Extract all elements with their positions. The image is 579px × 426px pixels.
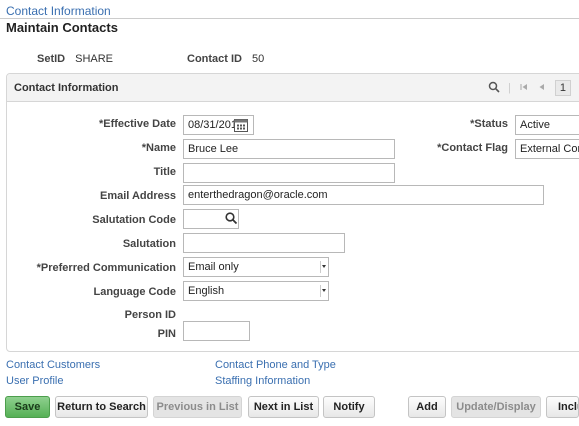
contact-id-label: Contact ID	[187, 53, 242, 65]
salutation-input[interactable]	[183, 233, 345, 253]
next-in-list-button[interactable]: Next in List	[248, 396, 319, 418]
status-label: *Status	[470, 118, 508, 130]
calendar-icon[interactable]	[233, 117, 249, 133]
previous-in-list-button[interactable]: Previous in List	[153, 396, 242, 418]
breadcrumb[interactable]: Contact Information	[6, 4, 111, 18]
page-title: Maintain Contacts	[6, 20, 118, 35]
contact-id-display: Contact ID 50	[187, 53, 264, 65]
user-profile-link[interactable]: User Profile	[6, 375, 63, 387]
save-button[interactable]: Save	[5, 396, 50, 418]
setid-value: SHARE	[75, 53, 114, 65]
preferred-communication-select[interactable]: Email only	[183, 257, 329, 277]
setid-display: SetID SHARE	[37, 53, 113, 65]
contact-flag-selected-value: External Contact	[520, 143, 579, 155]
language-code-select[interactable]: English	[183, 281, 329, 301]
staffing-information-link[interactable]: Staffing Information	[215, 375, 310, 387]
contact-customers-link[interactable]: Contact Customers	[6, 359, 100, 371]
chevron-down-icon	[320, 285, 326, 297]
effective-date-label: *Effective Date	[98, 118, 176, 130]
panel-header: Contact Information | 1	[7, 74, 579, 102]
find-icon[interactable]	[488, 81, 500, 96]
contact-id-value: 50	[252, 53, 265, 65]
contact-flag-select[interactable]: External Contact	[515, 139, 579, 159]
panel-navigation: | 1	[488, 79, 571, 97]
title-label: Title	[153, 166, 176, 178]
panel-title: Contact Information	[14, 82, 119, 94]
preferred-communication-selected-value: Email only	[188, 261, 239, 273]
status-selected-value: Active	[520, 119, 550, 131]
include-history-button[interactable]: Include History	[546, 396, 579, 418]
pin-label: PIN	[157, 328, 176, 340]
contact-phone-and-type-link[interactable]: Contact Phone and Type	[215, 359, 336, 371]
title-input[interactable]	[183, 163, 395, 183]
update-display-button[interactable]: Update/Display	[451, 396, 541, 418]
row-counter: 1	[554, 80, 571, 96]
language-code-label: Language Code	[93, 286, 176, 298]
lookup-icon[interactable]	[224, 211, 240, 227]
salutation-label: Salutation	[122, 238, 176, 250]
notify-button[interactable]: Notify	[323, 396, 375, 418]
header-divider	[0, 18, 579, 19]
chevron-down-icon	[320, 261, 326, 273]
pin-input[interactable]	[183, 321, 250, 341]
salutation-code-label: Salutation Code	[92, 214, 176, 226]
return-to-search-button[interactable]: Return to Search	[55, 396, 148, 418]
name-label: *Name	[141, 142, 176, 154]
name-input[interactable]: Bruce Lee	[183, 139, 395, 159]
previous-record-icon[interactable]	[537, 82, 547, 95]
language-code-selected-value: English	[188, 285, 225, 297]
separator: |	[508, 82, 511, 94]
contact-flag-label: *Contact Flag	[437, 142, 508, 154]
add-button[interactable]: Add	[408, 396, 446, 418]
setid-label: SetID	[37, 53, 66, 65]
first-record-icon[interactable]	[519, 82, 529, 95]
person-id-label: Person ID	[124, 309, 176, 321]
status-select[interactable]: Active	[515, 115, 579, 135]
email-address-input[interactable]: enterthedragon@oracle.com	[183, 185, 544, 205]
preferred-communication-label: *Preferred Communication	[36, 262, 176, 274]
email-address-label: Email Address	[99, 190, 176, 202]
